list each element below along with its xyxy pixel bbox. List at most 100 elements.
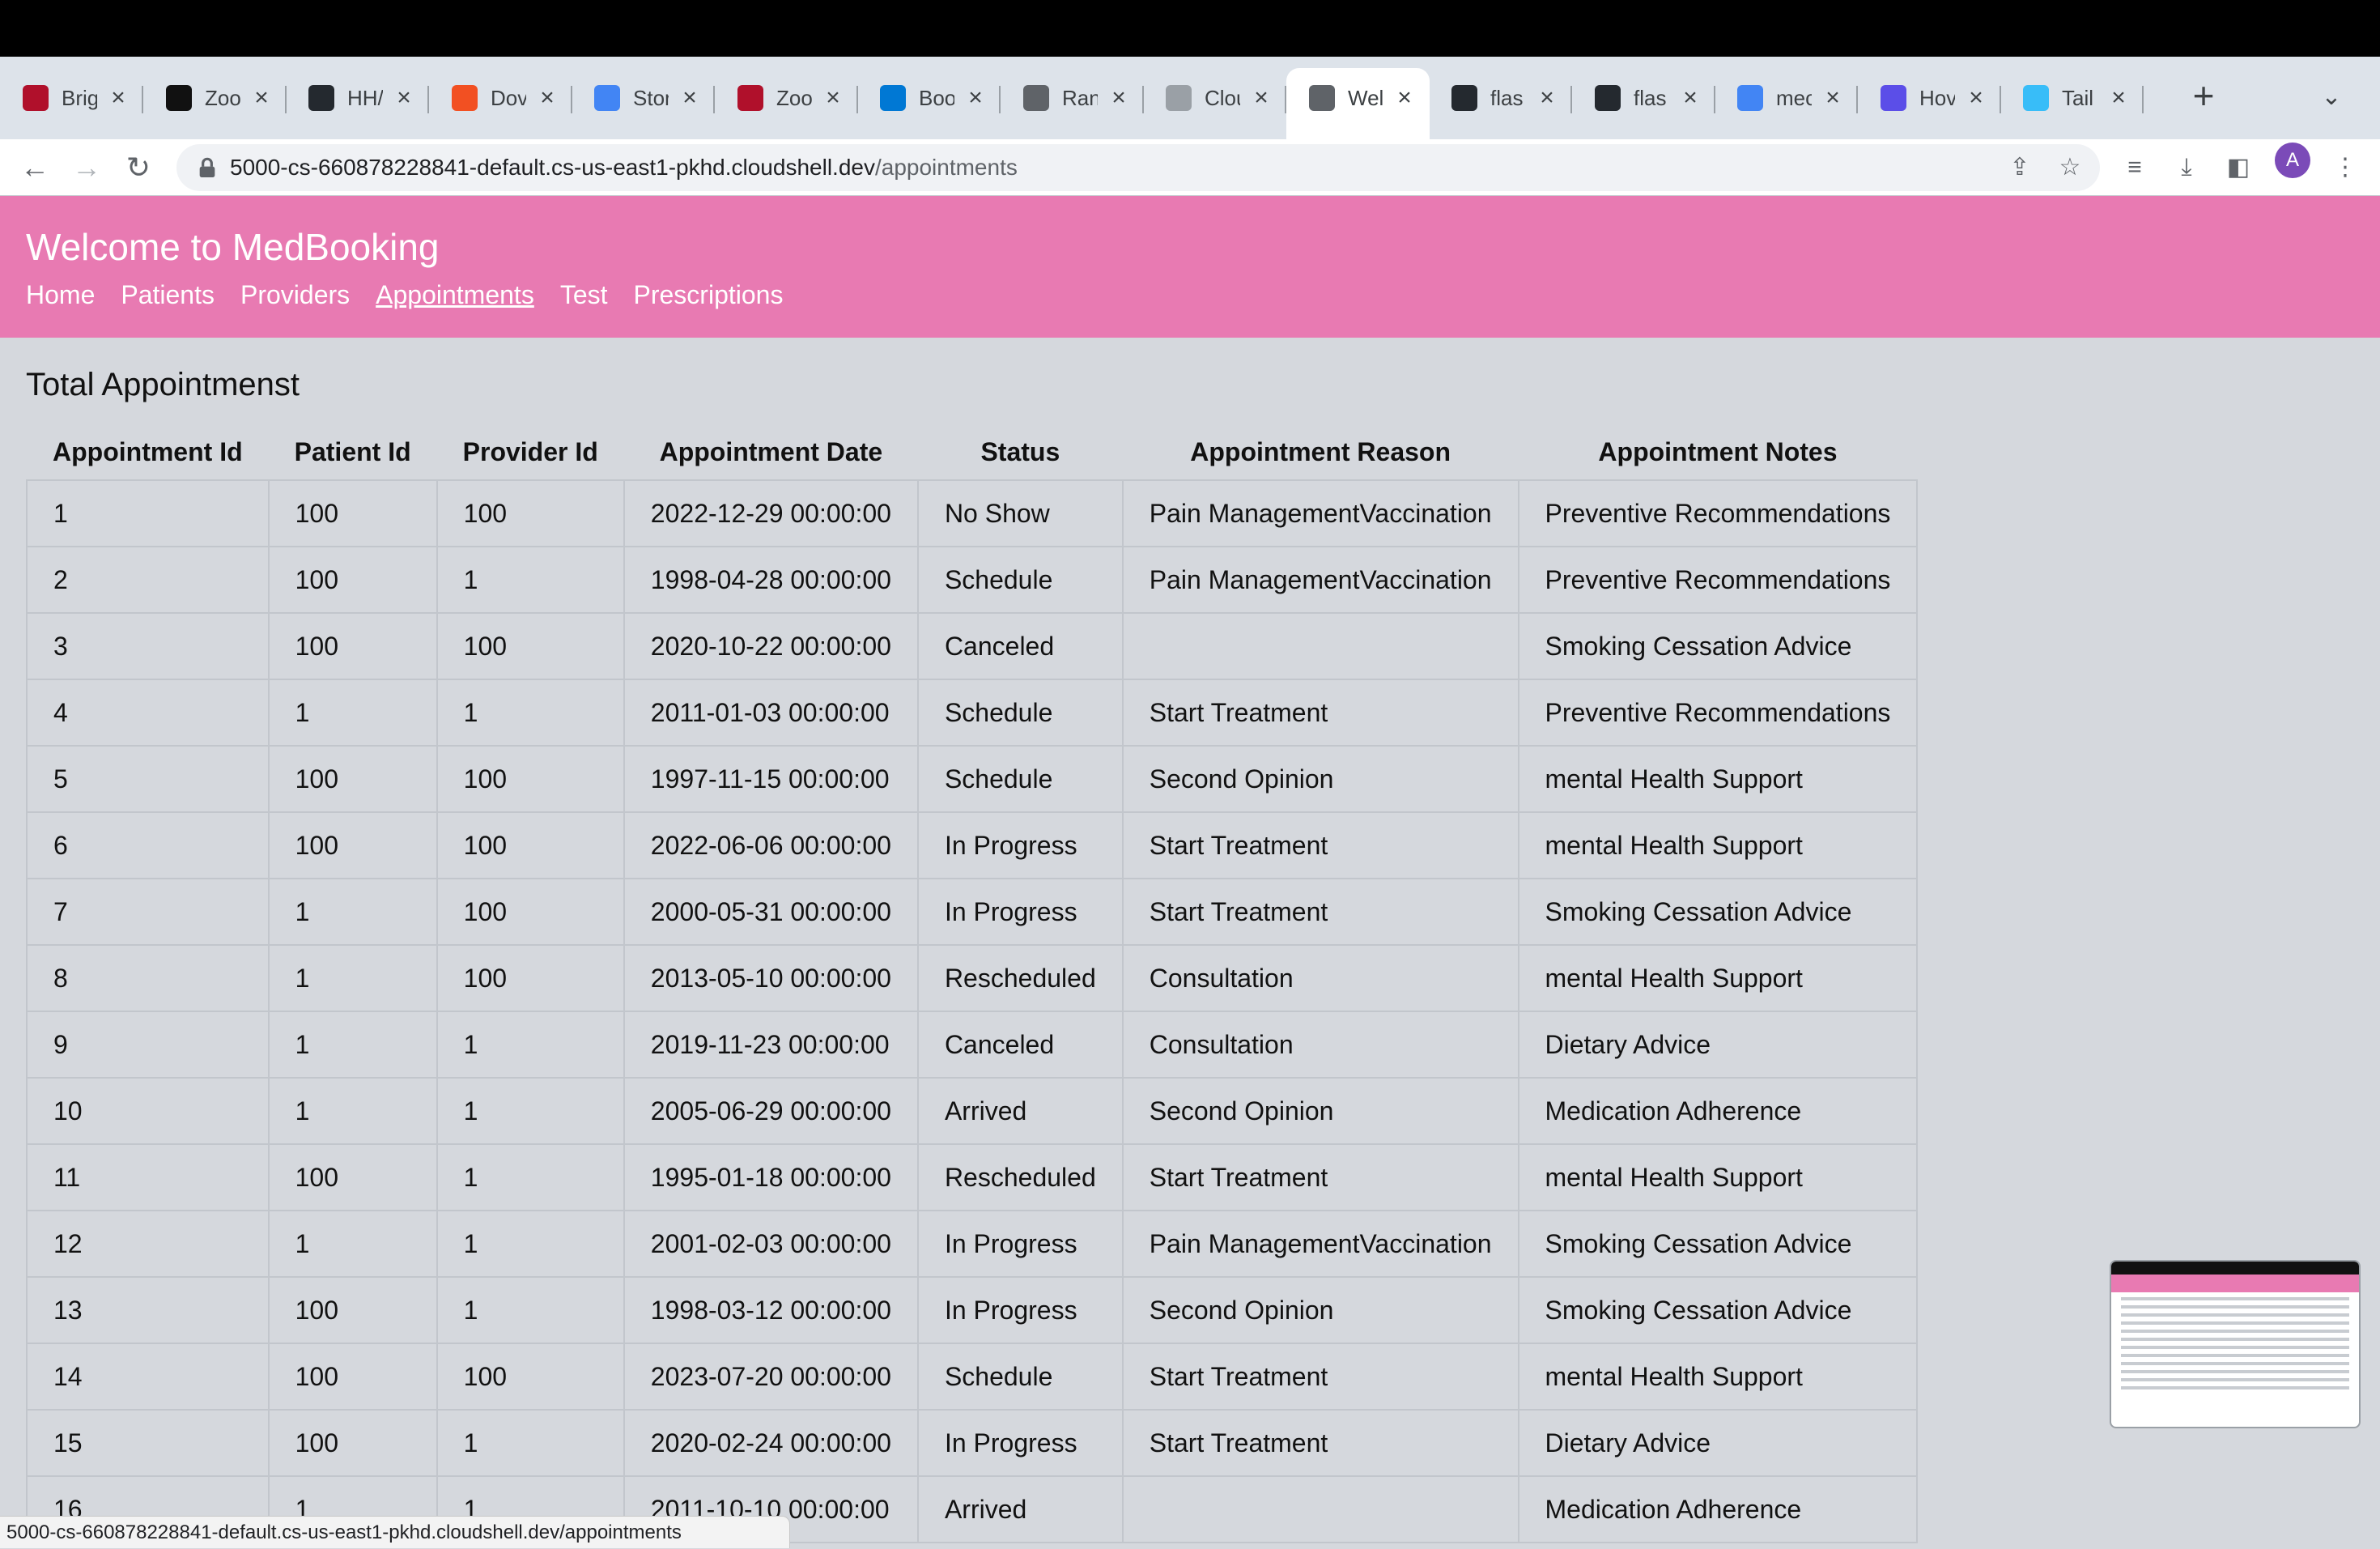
table-cell: 6	[26, 811, 270, 879]
table-cell: Start Treatment	[1121, 679, 1519, 747]
forward-icon[interactable]: →	[68, 149, 105, 186]
table-cell: Schedule	[916, 546, 1124, 614]
calendar-icon	[594, 85, 620, 111]
table-cell: 100	[267, 612, 438, 680]
tab-search-chevron-icon[interactable]: ⌄	[2315, 81, 2348, 113]
google-icon	[1737, 85, 1763, 111]
new-tab-button[interactable]: +	[2186, 77, 2221, 115]
browser-tab[interactable]: mec ×	[1715, 68, 1858, 128]
close-tab-icon[interactable]: ×	[1677, 84, 1704, 112]
table-cell: 1	[267, 878, 438, 946]
cloud-shell-icon	[1166, 85, 1192, 111]
table-cell: 100	[436, 479, 625, 547]
column-header: Appointment Notes	[1598, 437, 1838, 466]
table-cell: 1	[436, 1276, 625, 1344]
media-control-icon[interactable]: ≡	[2118, 151, 2152, 185]
browser-tab[interactable]: HH/ ×	[286, 68, 429, 128]
browser-tab[interactable]: Dov ×	[429, 68, 572, 128]
back-icon[interactable]: ←	[16, 149, 53, 186]
table-cell: 2011-01-03 00:00:00	[623, 679, 919, 747]
table-cell: 7	[26, 878, 270, 946]
close-tab-icon[interactable]: ×	[962, 84, 989, 112]
system-menu-bar	[0, 0, 2380, 57]
close-tab-icon[interactable]: ×	[1105, 84, 1133, 112]
close-tab-icon[interactable]: ×	[2105, 84, 2132, 112]
table-cell: Medication Adherence	[1517, 1475, 1919, 1543]
table-row: 1 100 100 2022-12-29 00:00:00 No Show Pain Ma…	[26, 479, 1919, 547]
table-cell: Second Opinion	[1121, 745, 1519, 813]
browser-tab[interactable]: Tail ×	[2000, 68, 2144, 128]
table-cell: Canceled	[916, 612, 1124, 680]
browser-tab[interactable]: Clou ×	[1143, 68, 1286, 128]
close-tab-icon[interactable]: ×	[819, 84, 847, 112]
close-tab-icon[interactable]: ×	[1819, 84, 1847, 112]
nav-link-patients[interactable]: Patients	[121, 280, 215, 310]
table-cell: 2022-06-06 00:00:00	[623, 811, 919, 879]
table-cell: Pain ManagementVaccination	[1121, 1210, 1519, 1278]
share-icon[interactable]: ⇪	[2004, 152, 2035, 183]
close-tab-icon[interactable]: ×	[1247, 84, 1275, 112]
more-menu-icon[interactable]: ⋮	[2328, 151, 2362, 185]
github-icon	[1595, 85, 1621, 111]
side-panel-icon[interactable]: ◧	[2221, 151, 2255, 185]
table-cell: Rescheduled	[916, 1143, 1124, 1211]
column-header: Status	[980, 437, 1060, 466]
table-cell: 2	[26, 546, 270, 614]
close-tab-icon[interactable]: ×	[104, 84, 132, 112]
close-tab-icon[interactable]: ×	[676, 84, 703, 112]
column-header: Patient Id	[294, 437, 411, 466]
table-cell: In Progress	[916, 1409, 1124, 1477]
close-tab-icon[interactable]: ×	[390, 84, 418, 112]
browser-tab[interactable]: Ran ×	[1001, 68, 1144, 128]
close-tab-icon[interactable]: ×	[248, 84, 275, 112]
table-cell: 10	[26, 1077, 270, 1145]
browser-tab[interactable]: Stor ×	[572, 68, 715, 128]
table-cell: 3	[26, 612, 270, 680]
close-tab-icon[interactable]: ×	[1962, 84, 1990, 112]
table-cell: 2000-05-31 00:00:00	[623, 878, 919, 946]
nav-link-home[interactable]: Home	[26, 280, 95, 310]
reload-icon[interactable]: ↻	[120, 149, 157, 186]
table-cell: Smoking Cessation Advice	[1517, 612, 1919, 680]
table-cell: Preventive Recommendations	[1517, 479, 1919, 547]
profile-avatar[interactable]: A	[2275, 143, 2310, 178]
page-heading: Total Appointmenst	[26, 367, 300, 402]
nav-link-test[interactable]: Test	[560, 280, 608, 310]
browser-tab[interactable]: Zoo ×	[143, 68, 287, 128]
table-cell: Preventive Recommendations	[1517, 546, 1919, 614]
browser-tab[interactable]: Boo ×	[857, 68, 1001, 128]
table-cell: 1998-04-28 00:00:00	[623, 546, 919, 614]
table-cell: Consultation	[1121, 944, 1519, 1012]
nav-link-prescriptions[interactable]: Prescriptions	[634, 280, 784, 310]
bookmark-star-icon[interactable]: ☆	[2055, 152, 2085, 183]
close-tab-icon[interactable]: ×	[533, 84, 561, 112]
table-row: 5 100 100 1997-11-15 00:00:00 Schedule Second…	[26, 745, 1919, 813]
table-cell: 9	[26, 1011, 270, 1079]
download-icon[interactable]: ⤓	[2170, 151, 2204, 185]
browser-tab[interactable]: Zoo ×	[715, 68, 858, 128]
close-tab-icon[interactable]: ×	[1391, 84, 1418, 112]
table-cell: No Show	[916, 479, 1124, 547]
close-tab-icon[interactable]: ×	[1533, 84, 1561, 112]
table-cell: 12	[26, 1210, 270, 1278]
address-bar[interactable]: 5000-cs-660878228841-default.cs-us-east1…	[176, 144, 2100, 191]
table-cell: Start Treatment	[1121, 1409, 1519, 1477]
table-cell: mental Health Support	[1517, 811, 1919, 879]
tab-title: Dov	[491, 85, 526, 110]
table-cell: 2023-07-20 00:00:00	[623, 1343, 919, 1411]
browser-tab[interactable]: flas ×	[1429, 68, 1572, 128]
page-thumbnail-preview[interactable]	[2110, 1260, 2361, 1428]
browser-tab[interactable]: Hov ×	[1858, 68, 2001, 128]
table-cell: Rescheduled	[916, 944, 1124, 1012]
table-row: 8 1 100 2013-05-10 00:00:00 Rescheduled Consu…	[26, 944, 1919, 1012]
browser-tab[interactable]: Wel ×	[1286, 68, 1430, 139]
table-cell: Pain ManagementVaccination	[1121, 546, 1519, 614]
table-cell: mental Health Support	[1517, 1343, 1919, 1411]
browser-tab[interactable]: flas ×	[1572, 68, 1715, 128]
nav-link-appointments[interactable]: Appointments	[376, 280, 534, 310]
nav-link-providers[interactable]: Providers	[240, 280, 350, 310]
table-cell: 8	[26, 944, 270, 1012]
table-cell: In Progress	[916, 1276, 1124, 1344]
browser-tab[interactable]: Brig ×	[0, 68, 143, 128]
table-cell: 4	[26, 679, 270, 747]
